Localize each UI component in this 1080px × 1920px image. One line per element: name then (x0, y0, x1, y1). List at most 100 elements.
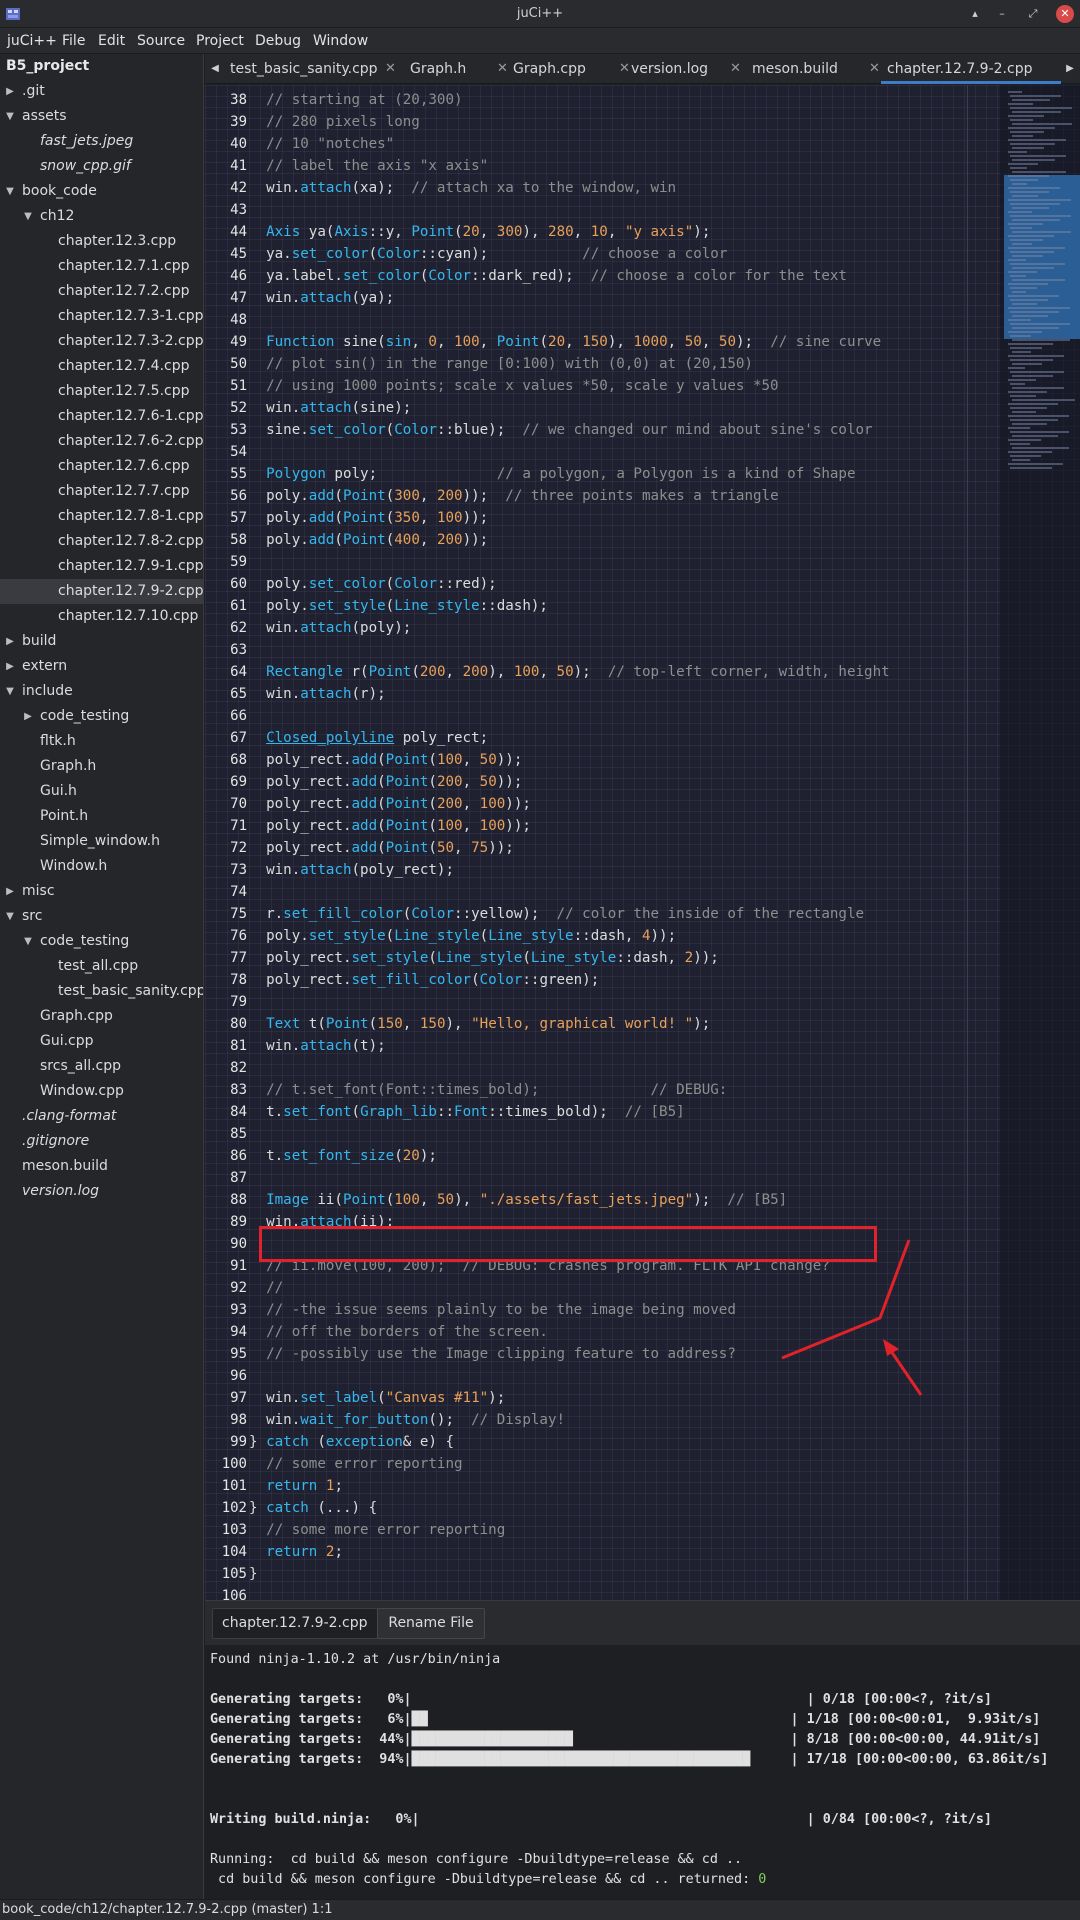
menu-debug[interactable]: Debug (255, 33, 301, 49)
tree-item[interactable]: chapter.12.7.4.cpp (0, 354, 203, 379)
tree-item[interactable]: test_basic_sanity.cpp (0, 979, 203, 1004)
code-line[interactable]: poly_rect.set_fill_color(Color::green); (249, 969, 599, 991)
code-line[interactable]: // 10 "notches" (249, 133, 394, 155)
tree-item[interactable]: chapter.12.7.1.cpp (0, 254, 203, 279)
code-line[interactable]: Axis ya(Axis::y, Point(20, 300), 280, 10… (249, 221, 710, 243)
code-line[interactable]: // label the axis "x axis" (249, 155, 488, 177)
tree-item[interactable]: ▶ misc (0, 879, 203, 904)
code-line[interactable]: ya.label.set_color(Color::dark_red); // … (249, 265, 847, 287)
tree-item[interactable]: test_all.cpp (0, 954, 203, 979)
menu-jucipp[interactable]: juCi++ (7, 33, 57, 49)
menu-edit[interactable]: Edit (98, 33, 125, 49)
code-line[interactable]: poly.add(Point(350, 100)); (249, 507, 488, 529)
code-line[interactable]: win.attach(poly_rect); (249, 859, 454, 881)
code-line[interactable]: poly.add(Point(300, 200)); // three poin… (249, 485, 779, 507)
tree-item[interactable]: Window.cpp (0, 1079, 203, 1104)
code-line[interactable]: sine.set_color(Color::blue); // we chang… (249, 419, 873, 441)
code-line[interactable]: Polygon poly; // a polygon, a Polygon is… (249, 463, 855, 485)
code-line[interactable]: return 1; (249, 1475, 343, 1497)
maximize-button[interactable]: ⤢ (1024, 5, 1042, 23)
code-line[interactable]: // -the issue seems plainly to be the im… (249, 1299, 736, 1321)
code-line[interactable]: Function sine(sin, 0, 100, Point(20, 150… (249, 331, 881, 353)
code-line[interactable]: Closed_polyline poly_rect; (249, 727, 488, 749)
terminal-output[interactable]: Found ninja-1.10.2 at /usr/bin/ninja Gene… (205, 1645, 1080, 1899)
code-line[interactable]: poly_rect.add(Point(100, 100)); (249, 815, 531, 837)
code-line[interactable]: // 280 pixels long (249, 111, 420, 133)
tree-item[interactable]: Simple_window.h (0, 829, 203, 854)
code-line[interactable]: win.wait_for_button(); // Display! (249, 1409, 565, 1431)
tree-item[interactable]: ▶ code_testing (0, 704, 203, 729)
menu-project[interactable]: Project (196, 33, 244, 49)
menu-window[interactable]: Window (313, 33, 368, 49)
tree-item[interactable]: Graph.h (0, 754, 203, 779)
tree-item[interactable]: chapter.12.7.8-1.cpp (0, 504, 203, 529)
keep-above-button[interactable]: ▴ (966, 5, 984, 23)
tree-item[interactable]: version.log (0, 1179, 203, 1204)
menu-source[interactable]: Source (137, 33, 185, 49)
code-line[interactable]: win.attach(ya); (249, 287, 394, 309)
expanded-arrow-icon[interactable]: ▼ (22, 929, 34, 954)
code-line[interactable]: // -possibly use the Image clipping feat… (249, 1343, 736, 1365)
code-line[interactable]: // (249, 1277, 283, 1299)
tree-item[interactable]: chapter.12.7.9-2.cpp (0, 579, 203, 604)
code-line[interactable]: poly.set_style(Line_style::dash); (249, 595, 548, 617)
tree-item[interactable]: chapter.12.7.5.cpp (0, 379, 203, 404)
close-icon[interactable]: ✕ (619, 54, 630, 84)
expanded-arrow-icon[interactable]: ▼ (4, 904, 16, 929)
code-editor[interactable]: 38 39 40 41 42 43 44 45 46 47 48 49 50 51 52 53 54 55 56 57… (205, 85, 1080, 1600)
code-line[interactable]: t.set_font_size(20); (249, 1145, 437, 1167)
expanded-arrow-icon[interactable]: ▼ (4, 179, 16, 204)
tree-item[interactable]: chapter.12.7.6-1.cpp (0, 404, 203, 429)
close-icon[interactable]: ✕ (730, 54, 741, 84)
tab-graph-cpp[interactable]: Graph.cpp (513, 54, 586, 84)
code-line[interactable]: t.set_font(Graph_lib::Font::times_bold);… (249, 1101, 685, 1123)
code-line[interactable]: win.attach(t); (249, 1035, 386, 1057)
filename-field[interactable]: chapter.12.7.9-2.cpp (212, 1608, 378, 1639)
code-line[interactable]: } catch (...) { (249, 1497, 377, 1519)
tab-meson-build[interactable]: meson.build (752, 54, 838, 84)
tree-item[interactable]: ▼ book_code (0, 179, 203, 204)
code-line[interactable]: win.set_label("Canvas #11"); (249, 1387, 505, 1409)
expanded-arrow-icon[interactable]: ▼ (4, 104, 16, 129)
tree-item[interactable]: ▶ .git (0, 79, 203, 104)
code-line[interactable]: // off the borders of the screen. (249, 1321, 548, 1343)
tree-item[interactable]: ▶ extern (0, 654, 203, 679)
tree-item[interactable]: chapter.12.7.9-1.cpp (0, 554, 203, 579)
tree-item[interactable]: chapter.12.7.2.cpp (0, 279, 203, 304)
code-line[interactable]: poly.set_color(Color::red); (249, 573, 497, 595)
code-line[interactable]: win.attach(sine); (249, 397, 411, 419)
collapsed-arrow-icon[interactable]: ▶ (4, 654, 16, 679)
tree-item[interactable]: chapter.12.7.3-1.cpp (0, 304, 203, 329)
tree-item[interactable]: Point.h (0, 804, 203, 829)
code-line[interactable]: poly_rect.add(Point(200, 50)); (249, 771, 522, 793)
close-icon[interactable]: ✕ (385, 54, 396, 84)
collapsed-arrow-icon[interactable]: ▶ (4, 629, 16, 654)
collapsed-arrow-icon[interactable]: ▶ (22, 704, 34, 729)
tree-item[interactable]: ▼ src (0, 904, 203, 929)
collapsed-arrow-icon[interactable]: ▶ (4, 879, 16, 904)
minimize-button[interactable]: – (993, 5, 1011, 23)
code-line[interactable]: } catch (exception& e) { (249, 1431, 454, 1453)
tree-item[interactable]: Window.h (0, 854, 203, 879)
collapsed-arrow-icon[interactable]: ▶ (4, 79, 16, 104)
tab-test-basic-sanity[interactable]: test_basic_sanity.cpp (230, 54, 378, 84)
close-icon[interactable]: ✕ (497, 54, 508, 84)
code-line[interactable]: ya.set_color(Color::cyan); // choose a c… (249, 243, 727, 265)
tree-item[interactable]: B5_project (0, 54, 203, 79)
code-line[interactable]: // some error reporting (249, 1453, 462, 1475)
code-line[interactable]: // plot sin() in the range [0:100) with … (249, 353, 753, 375)
code-line[interactable]: return 2; (249, 1541, 343, 1563)
tree-item[interactable]: chapter.12.7.6-2.cpp (0, 429, 203, 454)
code-line[interactable]: } (249, 1563, 258, 1585)
menu-file[interactable]: File (62, 33, 85, 49)
rename-file-button[interactable]: Rename File (377, 1608, 485, 1639)
code-line[interactable]: Text t(Point(150, 150), "Hello, graphica… (249, 1013, 710, 1035)
code-line[interactable]: win.attach(r); (249, 683, 386, 705)
code-line[interactable]: Rectangle r(Point(200, 200), 100, 50); /… (249, 661, 890, 683)
code-line[interactable]: poly_rect.add(Point(50, 75)); (249, 837, 514, 859)
tree-item[interactable]: Graph.cpp (0, 1004, 203, 1029)
tree-item[interactable]: Gui.cpp (0, 1029, 203, 1054)
tree-item[interactable]: meson.build (0, 1154, 203, 1179)
tree-item[interactable]: ▶ build (0, 629, 203, 654)
close-icon[interactable]: ✕ (869, 54, 880, 84)
